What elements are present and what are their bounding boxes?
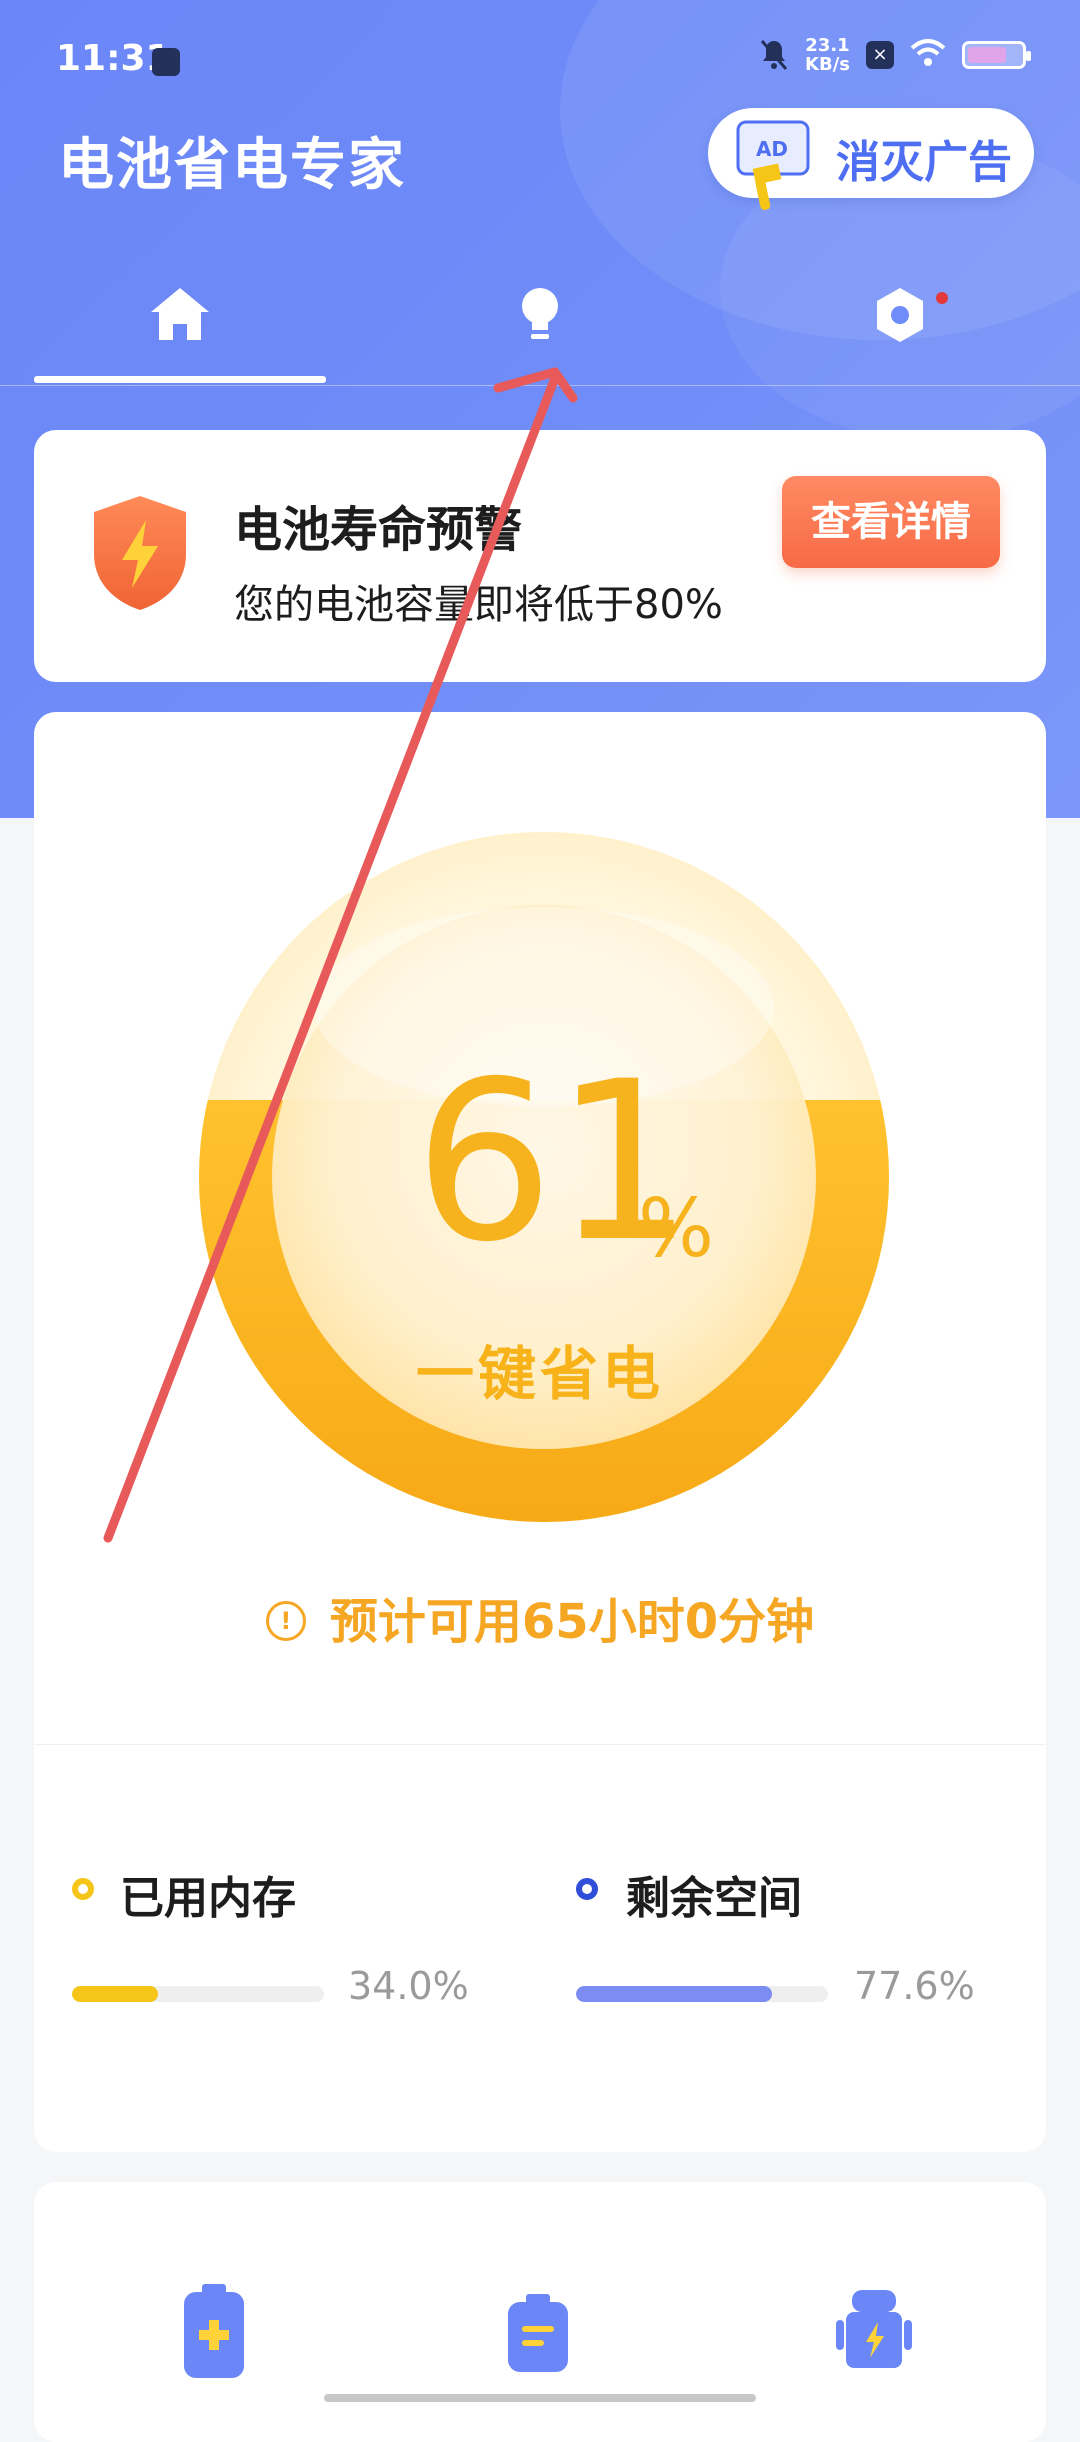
- storage-dot-icon: [576, 1878, 598, 1900]
- battery-list-icon[interactable]: [498, 2282, 578, 2382]
- battery-warning-card[interactable]: 电池寿命预警 您的电池容量即将低于80% 查看详情: [34, 430, 1046, 682]
- status-icons: 23.1 KB/s ×: [759, 36, 1031, 74]
- app-status-icon: ×: [866, 41, 894, 69]
- notification-icon: [152, 48, 180, 76]
- battery-charge-icon[interactable]: [174, 2282, 254, 2382]
- memory-dot-icon: [72, 1878, 94, 1900]
- tab-home[interactable]: [130, 270, 230, 370]
- tools-card: [34, 2182, 1046, 2442]
- battery-percent-sign: %: [638, 1182, 715, 1275]
- home-icon: [151, 288, 209, 340]
- memory-label: 已用内存: [120, 1873, 296, 1924]
- memory-value: 34.0%: [348, 1964, 469, 2008]
- notification-dot: [936, 292, 948, 304]
- tab-settings[interactable]: [850, 270, 950, 370]
- storage-label: 剩余空间: [626, 1873, 802, 1924]
- warning-title: 电池寿命预警: [234, 502, 523, 558]
- gesture-nav-bar[interactable]: [324, 2394, 756, 2402]
- network-speed-value: 23.1: [805, 35, 850, 56]
- app-title: 电池省电专家: [58, 133, 406, 198]
- status-bar: 11:31 23.1 KB/s ×: [0, 0, 1080, 120]
- android-battery-icon[interactable]: [834, 2282, 914, 2382]
- remove-ads-label: 消灭广告: [836, 137, 1012, 188]
- ad-broom-icon: AD: [736, 120, 810, 210]
- tab-tips[interactable]: [490, 270, 590, 370]
- view-details-button[interactable]: 查看详情: [782, 476, 1000, 568]
- storage-value: 77.6%: [854, 1964, 975, 2008]
- storage-progress-bar: [576, 1986, 828, 2002]
- network-speed: 23.1 KB/s: [805, 36, 850, 74]
- one-tap-save-button[interactable]: 一键省电: [34, 1327, 1046, 1411]
- warning-description: 您的电池容量即将低于80%: [234, 582, 723, 628]
- battery-card: 61 % 一键省电 ! 预计可用65小时0分钟 已用内存 34.0% 剩余空间 7…: [34, 712, 1046, 2152]
- info-icon: !: [265, 1601, 306, 1641]
- settings-icon: [877, 288, 923, 342]
- memory-progress-fill: [72, 1986, 158, 2002]
- shield-lightning-icon: [94, 496, 186, 610]
- active-tab-indicator: [34, 376, 326, 383]
- remove-ads-button[interactable]: AD 消灭广告: [708, 108, 1034, 210]
- bell-off-icon: [759, 38, 789, 72]
- svg-text:AD: AD: [756, 137, 788, 161]
- estimated-usage: ! 预计可用65小时0分钟: [34, 1582, 1046, 1652]
- storage-progress-fill: [576, 1986, 772, 2002]
- estimated-usage-text: 预计可用65小时0分钟: [329, 1594, 815, 1650]
- network-speed-unit: KB/s: [805, 54, 850, 75]
- battery-status-icon: [962, 41, 1031, 69]
- tab-divider: [0, 385, 1080, 386]
- wifi-icon: [910, 38, 946, 72]
- lightbulb-icon: [522, 288, 558, 339]
- card-divider: [34, 1744, 1046, 1745]
- memory-progress-bar: [72, 1986, 324, 2002]
